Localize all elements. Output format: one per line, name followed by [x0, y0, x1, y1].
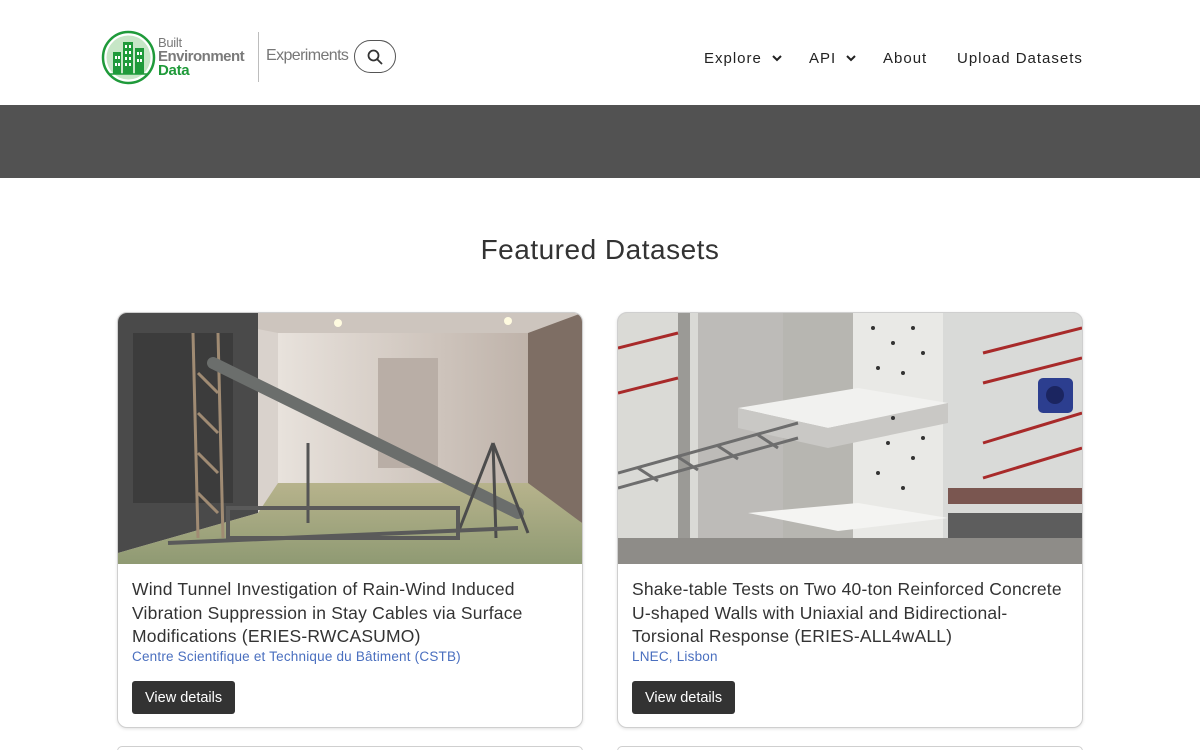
experiments-label[interactable]: Experiments — [266, 47, 349, 65]
chevron-down-icon — [846, 55, 856, 62]
dataset-card-title[interactable]: Wind Tunnel Investigation of Rain-Wind I… — [132, 578, 572, 649]
search-button[interactable] — [354, 40, 396, 73]
dataset-card-institution-link[interactable]: LNEC, Lisbon — [632, 649, 718, 664]
dataset-card-partial — [117, 746, 583, 750]
dataset-card-institution-link[interactable]: Centre Scientifique et Technique du Bâti… — [132, 649, 461, 664]
wind-tunnel-image[interactable] — [118, 313, 582, 564]
nav-about-label: About — [883, 50, 928, 67]
nav-api[interactable]: API — [809, 50, 856, 67]
dataset-card: Shake-table Tests on Two 40-ton Reinforc… — [617, 312, 1083, 728]
site-header: Built Environment Data Experiments Explo… — [0, 0, 1200, 105]
nav-explore[interactable]: Explore — [704, 50, 782, 67]
nav-upload-datasets-label: Upload Datasets — [957, 50, 1083, 67]
hero-banner — [0, 105, 1200, 178]
section-title: Featured Datasets — [480, 234, 720, 265]
chevron-down-icon — [772, 55, 782, 62]
nav-upload-datasets[interactable]: Upload Datasets — [957, 50, 1083, 67]
view-details-button[interactable]: View details — [632, 681, 736, 714]
nav-about[interactable]: About — [883, 50, 927, 67]
view-details-button[interactable]: View details — [132, 681, 236, 714]
dataset-card-title[interactable]: Shake-table Tests on Two 40-ton Reinforc… — [632, 578, 1072, 649]
built-environment-logo-icon[interactable] — [101, 30, 156, 85]
search-icon — [367, 49, 383, 64]
nav-explore-label: Explore — [704, 50, 762, 67]
dataset-card-partial — [617, 746, 1083, 750]
logo-divider — [258, 32, 259, 82]
logo-line-data: Data — [158, 62, 190, 79]
nav-api-label: API — [809, 50, 837, 67]
shake-table-image[interactable] — [618, 313, 1082, 564]
logo-wordmark[interactable]: Built Environment Data — [158, 36, 245, 79]
dataset-card: Wind Tunnel Investigation of Rain-Wind I… — [117, 312, 583, 728]
